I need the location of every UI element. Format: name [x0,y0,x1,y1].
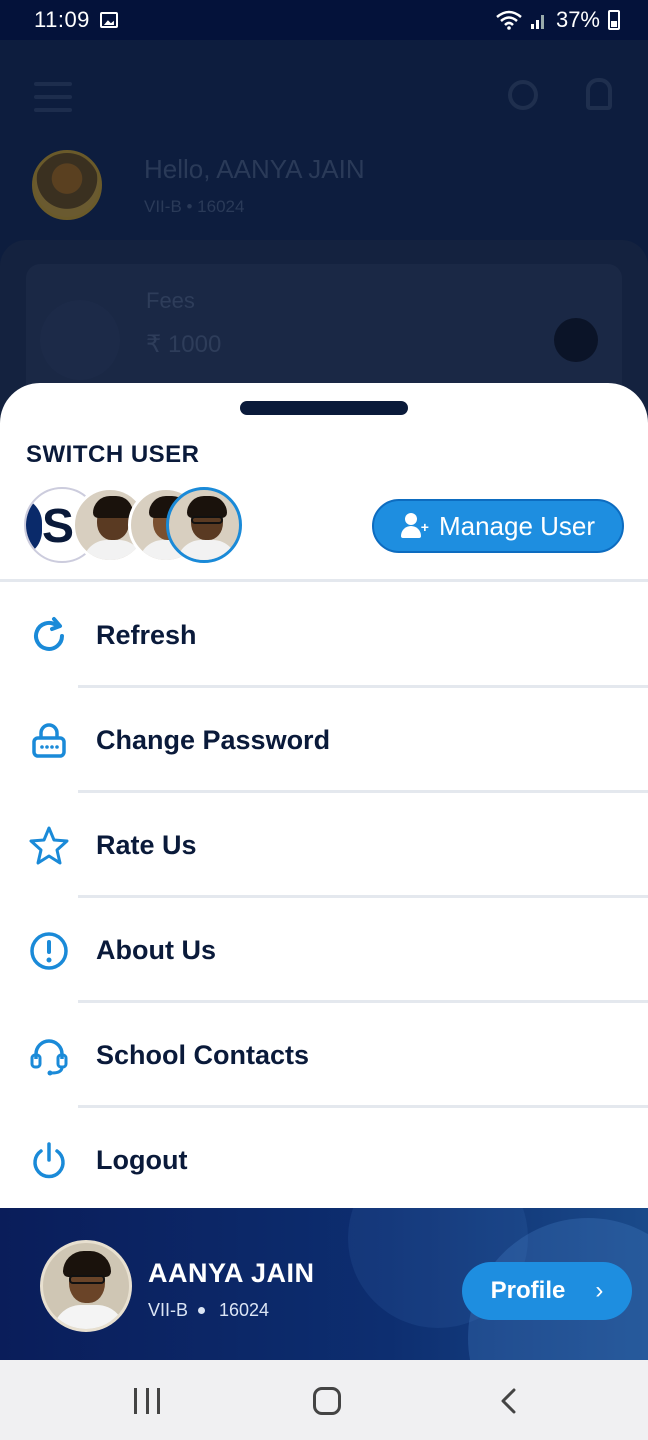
chevron-right-icon: › [595,1277,604,1304]
battery-icon [608,10,620,30]
fees-icon [40,300,120,380]
back-icon[interactable] [500,1388,516,1414]
greeting-block: Hello, AANYA JAIN VII-B • 16024 [32,150,365,220]
profile-footer: AANYA JAIN VII-B 16024 Profile › [0,1208,648,1360]
fees-amount: ₹ 1000 [146,331,222,358]
recent-apps-icon[interactable] [134,1388,160,1414]
background-dashboard: Hello, AANYA JAIN VII-B • 16024 Fees ₹ 1… [0,40,648,464]
refresh-icon [34,616,64,651]
menu-item-label: Rate Us [96,830,197,860]
home-icon[interactable] [313,1387,341,1415]
signal-icon [530,15,544,29]
menu-item-rate-us[interactable]: Rate Us [0,793,648,898]
user-avatars: S [24,487,264,563]
status-bar: 11:09 37% [0,0,648,40]
info-icon [30,931,68,970]
power-icon [33,1141,65,1178]
bell-icon [586,78,612,110]
add-user-icon: + [400,513,429,539]
manage-user-button[interactable]: + Manage User [372,499,624,553]
profile-subtext: VII-B 16024 [148,1300,269,1321]
search-icon [508,80,538,110]
profile-roll: 16024 [219,1300,270,1320]
menu-item-school-contacts[interactable]: School Contacts [0,1003,648,1108]
hamburger-menu-icon [34,82,72,121]
status-right: 37% [496,7,620,33]
menu-item-change-password[interactable]: Change Password [0,688,648,793]
switch-user-title: SWITCH USER [26,441,200,468]
profile-avatar[interactable] [40,1240,132,1332]
greeting-text: Hello, AANYA JAIN [144,153,365,184]
avatar [32,150,102,220]
menu-item-refresh[interactable]: Refresh [0,583,648,688]
fees-label: Fees [146,288,195,313]
menu-item-logout[interactable]: Logout [0,1108,648,1208]
greeting-subtext: VII-B • 16024 [144,196,245,216]
fees-arrow-icon [554,318,598,362]
system-nav-bar [0,1360,648,1440]
battery-percent: 37% [555,7,600,32]
menu-item-about-us[interactable]: About Us [0,898,648,1003]
image-notification-icon [99,12,118,28]
menu-item-label: About Us [96,935,216,965]
headset-icon [30,1038,68,1075]
wifi-icon [496,10,522,30]
star-icon [29,826,69,864]
separator-dot [198,1307,206,1314]
menu-item-label: Refresh [96,620,197,650]
lock-icon [32,722,66,758]
sheet-menu: Refresh Change Password Rate Us About Us… [0,583,648,1208]
user-avatar-selected[interactable] [166,487,242,563]
status-time: 11:09 [34,7,90,32]
drag-handle[interactable] [240,401,408,415]
bottom-sheet: SWITCH USER S + Manage User Refresh Chan… [0,383,648,1208]
menu-item-label: Logout [96,1145,188,1175]
manage-user-label: Manage User [438,510,596,541]
profile-button-label: Profile [490,1277,566,1304]
background-topbar [0,40,648,150]
profile-button[interactable]: Profile › [462,1262,632,1320]
profile-name: AANYA JAIN [148,1258,315,1288]
profile-class: VII-B [148,1300,189,1320]
menu-item-label: School Contacts [96,1040,310,1070]
menu-item-label: Change Password [96,725,331,755]
divider [0,579,648,582]
